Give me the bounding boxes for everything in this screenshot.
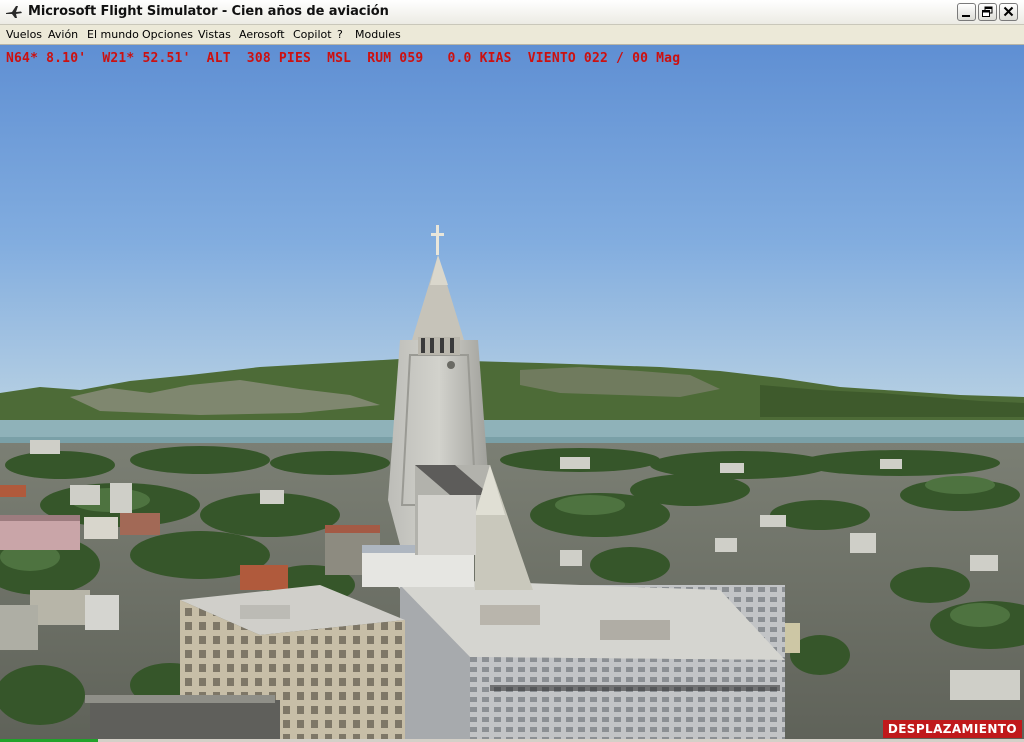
- flight-data-readout: N64* 8.10' W21* 52.51' ALT 308 PIES MSL …: [6, 51, 681, 66]
- menu-vuelos[interactable]: Vuelos: [6, 28, 42, 41]
- menu-help[interactable]: ?: [337, 28, 343, 41]
- menu-aerosoft[interactable]: Aerosoft: [239, 28, 285, 41]
- restore-icon: [982, 6, 993, 17]
- menu-copilot[interactable]: Copilot: [293, 28, 332, 41]
- menu-vistas[interactable]: Vistas: [198, 28, 231, 41]
- title-bar[interactable]: Microsoft Flight Simulator - Cien años d…: [0, 0, 1024, 25]
- menu-el-mundo[interactable]: El mundo: [87, 28, 139, 41]
- flight-scene: [0, 45, 1024, 742]
- minimize-icon: [962, 15, 970, 17]
- slew-mode-badge: DESPLAZAMIENTO: [882, 720, 1022, 738]
- minimize-button[interactable]: [957, 3, 976, 21]
- airplane-icon: [6, 6, 22, 18]
- close-icon: [1003, 6, 1014, 17]
- flight-simulator-window: Microsoft Flight Simulator - Cien años d…: [0, 0, 1024, 742]
- menu-opciones[interactable]: Opciones: [142, 28, 193, 41]
- window-title: Microsoft Flight Simulator - Cien años d…: [28, 4, 389, 19]
- menu-avion[interactable]: Avión: [48, 28, 78, 41]
- simulator-viewport[interactable]: N64* 8.10' W21* 52.51' ALT 308 PIES MSL …: [0, 45, 1024, 742]
- menu-modules[interactable]: Modules: [355, 28, 401, 41]
- restore-button[interactable]: [978, 3, 997, 21]
- close-button[interactable]: [999, 3, 1018, 21]
- menu-bar: Vuelos Avión El mundo Opciones Vistas Ae…: [0, 25, 1024, 45]
